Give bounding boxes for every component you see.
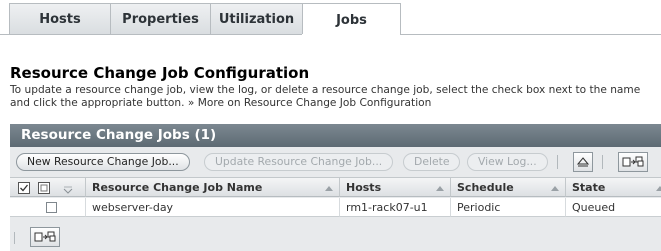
sort-ascending-icon [551,186,559,191]
preferences-icon [34,231,56,242]
toolbar-separator [557,155,558,169]
selection-header [10,177,86,197]
tab-properties[interactable]: Properties [111,4,211,35]
help-text: To update a resource change job, view th… [10,84,661,110]
sort-ascending-icon [656,186,661,191]
tab-jobs-label: Jobs [336,12,367,28]
column-header-name-label: Resource Change Job Name [92,181,263,194]
sort-ascending-icon [325,186,333,191]
help-line-2: and click the appropriate button. » More… [10,97,661,110]
preferences-button[interactable] [618,152,648,172]
update-resource-change-job-button[interactable]: Update Resource Change Job... [204,153,394,171]
new-resource-change-job-button[interactable]: New Resource Change Job... [16,153,190,171]
column-header-schedule[interactable]: Schedule [451,177,566,197]
column-header-state-label: State [572,181,606,194]
table-cell-schedule: Periodic [451,198,566,217]
footer-separator [14,232,15,244]
column-header-schedule-label: Schedule [457,181,514,194]
tab-jobs[interactable]: Jobs [303,4,400,36]
table-cell-state: Queued [566,198,661,217]
tab-hosts[interactable]: Hosts [10,4,111,35]
toolbar-separator-2 [602,155,603,169]
sort-ascending-icon [436,186,444,191]
more-info-link[interactable]: More on Resource Change Job Configuratio… [198,97,432,109]
help-line-2-prefix: and click the appropriate button. » [10,97,195,109]
deselect-all-button[interactable] [38,182,50,197]
sort-menu-icon [63,186,73,194]
row-select-cell [10,198,86,217]
delete-button[interactable]: Delete [403,153,461,171]
tab-strip: Hosts Properties Utilization Jobs [0,0,661,36]
tab-utilization-label: Utilization [218,12,295,27]
tab-properties-label: Properties [122,12,199,27]
help-line-1: To update a resource change job, view th… [10,84,641,96]
column-header-name[interactable]: Resource Change Job Name [86,177,340,197]
table-title: Resource Change Jobs (1) [10,124,661,147]
tab-active-gap [302,34,400,35]
column-header-hosts[interactable]: Hosts [340,177,451,197]
collapse-up-button[interactable] [573,152,593,172]
tab-hosts-label: Hosts [39,12,81,27]
table-cell-name: webserver-day [86,198,340,217]
page-title: Resource Change Job Configuration [10,64,310,82]
select-all-icon [18,182,30,194]
footer-preferences-button[interactable] [30,227,60,247]
deselect-all-icon [38,182,50,194]
sort-menu-button[interactable] [62,184,74,197]
tab-row: Hosts Properties Utilization Jobs [9,3,401,36]
row-checkbox[interactable] [46,202,57,213]
column-header-hosts-label: Hosts [346,181,382,194]
preferences-icon [622,156,644,167]
column-header-state[interactable]: State [566,177,661,197]
resource-change-jobs-table: Resource Change Jobs (1) New Resource Ch… [10,124,661,251]
tab-utilization[interactable]: Utilization [211,4,303,35]
table-cell-hosts: rm1-rack07-u1 [340,198,451,217]
view-log-button[interactable]: View Log... [467,153,548,171]
select-all-button[interactable] [18,182,30,197]
collapse-up-icon [577,157,589,167]
